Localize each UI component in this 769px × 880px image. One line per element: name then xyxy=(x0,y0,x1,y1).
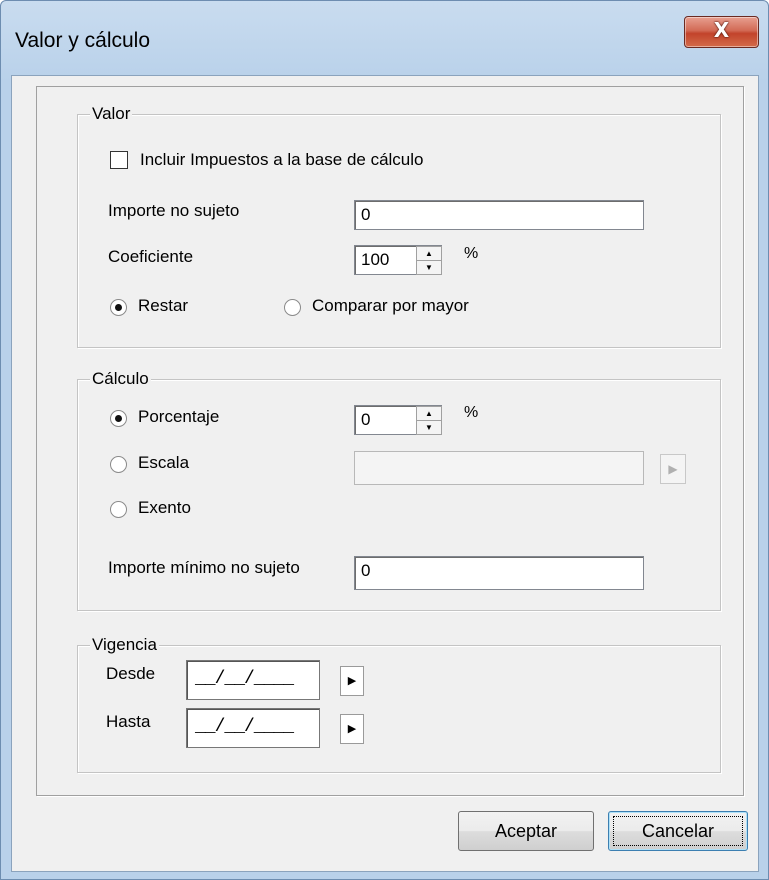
comparar-mayor-radio[interactable] xyxy=(284,299,301,316)
restar-radio[interactable] xyxy=(110,299,127,316)
aceptar-button[interactable]: Aceptar xyxy=(458,811,594,851)
importe-minimo-label: Importe mínimo no sujeto xyxy=(108,558,300,577)
exento-label: Exento xyxy=(138,498,191,517)
cancelar-button[interactable]: Cancelar xyxy=(608,811,748,851)
escala-radio[interactable] xyxy=(110,456,127,473)
incluir-impuestos-checkbox[interactable] xyxy=(110,151,128,169)
content-panel: Valor Incluir Impuestos a la base de cál… xyxy=(36,86,744,796)
valor-group: Valor Incluir Impuestos a la base de cál… xyxy=(77,104,721,348)
hasta-label: Hasta xyxy=(106,712,151,731)
valor-legend: Valor xyxy=(90,104,133,124)
title-bar[interactable]: Valor y cálculo X xyxy=(1,1,768,75)
vigencia-legend: Vigencia xyxy=(90,635,159,655)
importe-no-sujeto-label: Importe no sujeto xyxy=(108,201,240,220)
calculo-legend: Cálculo xyxy=(90,369,151,389)
importe-no-sujeto-input[interactable]: 0 xyxy=(354,200,644,230)
porcentaje-radio[interactable] xyxy=(110,410,127,427)
coeficiente-unit: % xyxy=(464,245,479,262)
dialog-window: Valor y cálculo X Valor Incluir Impuesto… xyxy=(0,0,769,880)
close-icon: X xyxy=(713,18,730,42)
spin-down-icon[interactable]: ▼ xyxy=(416,420,442,435)
porcentaje-stepper[interactable]: ▲ ▼ xyxy=(416,405,442,435)
desde-label: Desde xyxy=(106,664,156,683)
escala-arrow-icon[interactable]: ▶ xyxy=(660,454,686,484)
vigencia-group: Vigencia Desde __/__/____ ▶ Hasta __/__/… xyxy=(77,635,721,773)
spin-up-icon[interactable]: ▲ xyxy=(416,246,442,261)
desde-arrow-icon[interactable]: ▶ xyxy=(340,666,364,696)
incluir-impuestos-label: Incluir Impuestos a la base de cálculo xyxy=(140,150,424,169)
close-button[interactable]: X xyxy=(684,16,759,48)
escala-input[interactable] xyxy=(354,451,644,485)
hasta-arrow-icon[interactable]: ▶ xyxy=(340,714,364,744)
exento-radio[interactable] xyxy=(110,501,127,518)
window-title: Valor y cálculo xyxy=(15,29,151,52)
calculo-group: Cálculo Porcentaje 0 ▲ ▼ % Escala ▶ Exen… xyxy=(77,369,721,611)
escala-label: Escala xyxy=(138,453,190,472)
dialog-body: Valor Incluir Impuestos a la base de cál… xyxy=(11,75,759,872)
restar-label: Restar xyxy=(138,296,189,315)
desde-date-input[interactable]: __/__/____ xyxy=(186,660,320,700)
focus-rect xyxy=(613,816,743,846)
spin-up-icon[interactable]: ▲ xyxy=(416,406,442,421)
comparar-mayor-label: Comparar por mayor xyxy=(312,296,469,315)
porcentaje-label: Porcentaje xyxy=(138,407,220,426)
coeficiente-label: Coeficiente xyxy=(108,247,194,266)
coeficiente-stepper[interactable]: ▲ ▼ xyxy=(416,245,442,275)
porcentaje-unit: % xyxy=(464,404,479,421)
spin-down-icon[interactable]: ▼ xyxy=(416,260,442,275)
hasta-date-input[interactable]: __/__/____ xyxy=(186,708,320,748)
importe-minimo-input[interactable]: 0 xyxy=(354,556,644,590)
